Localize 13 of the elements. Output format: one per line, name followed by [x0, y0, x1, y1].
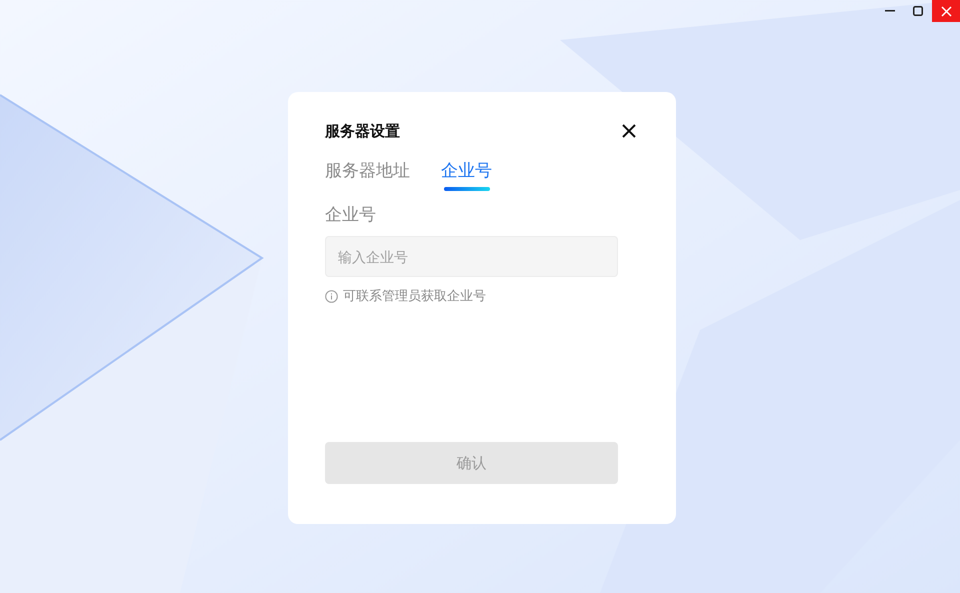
tab[interactable]: 服务器地址	[325, 159, 410, 185]
maximize-icon	[913, 6, 923, 16]
close-icon	[621, 123, 637, 139]
info-icon	[325, 290, 338, 302]
tab[interactable]: 企业号	[441, 159, 492, 185]
hint-text: 可联系管理员获取企业号	[343, 287, 486, 305]
dialog-title: 服务器设置	[325, 122, 400, 140]
close-button[interactable]	[621, 123, 637, 139]
tab-indicator	[444, 187, 490, 191]
close-icon	[940, 6, 952, 16]
minimize-icon	[885, 10, 895, 12]
input-field[interactable]: 输入企业号	[325, 236, 618, 277]
field-label: 企业号	[325, 204, 377, 226]
